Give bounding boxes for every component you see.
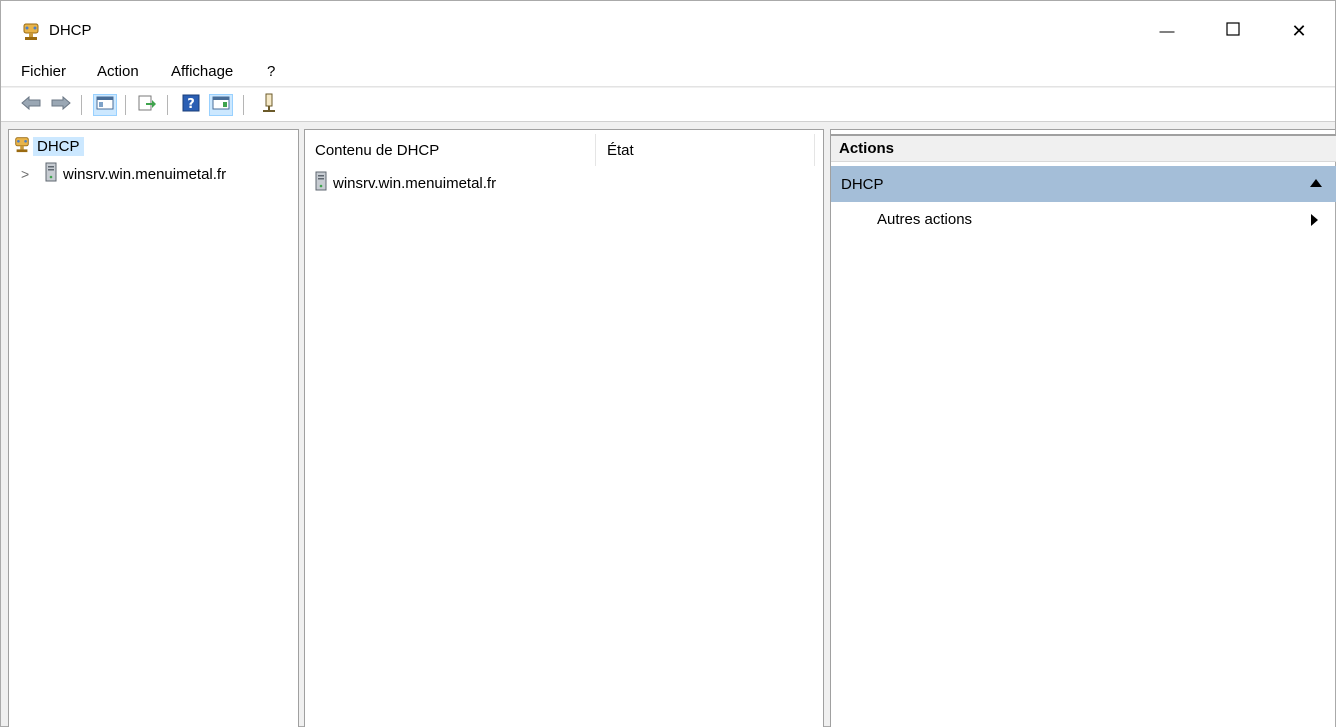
tree-item-label: winsrv.win.menuimetal.fr (63, 165, 227, 183)
results-pane: Contenu de DHCP État winsrv.win.menuimet… (304, 129, 824, 727)
list-item[interactable]: winsrv.win.menuimetal.fr (315, 171, 497, 195)
tree-item-dhcp[interactable]: DHCP (13, 135, 84, 157)
action-more-actions[interactable]: Autres actions (831, 206, 1336, 232)
minimize-button[interactable]: — (1139, 9, 1195, 53)
dhcp-server-button[interactable] (257, 93, 281, 117)
toolbar-separator (81, 95, 82, 115)
back-button[interactable] (19, 94, 43, 116)
close-icon: ✕ (1291, 20, 1307, 41)
menu-bar: Fichier Action Affichage ? (1, 57, 1335, 87)
dhcp-icon (13, 135, 31, 157)
actions-pane: Actions DHCP Autres actions (830, 129, 1336, 727)
forward-arrow-icon (50, 95, 72, 115)
svg-text:?: ? (187, 97, 195, 112)
server-icon (45, 162, 57, 186)
collapse-up-icon[interactable] (1310, 179, 1322, 187)
dhcp-server-icon (261, 93, 277, 117)
menu-action[interactable]: Action (97, 63, 139, 80)
column-header-content[interactable]: Contenu de DHCP (305, 134, 596, 166)
help-icon: ? (182, 94, 200, 116)
action-label: Autres actions (877, 210, 973, 228)
back-arrow-icon (20, 95, 42, 115)
column-header-status[interactable]: État (597, 134, 815, 166)
actions-group-dhcp[interactable]: DHCP (831, 166, 1336, 202)
server-icon (315, 171, 327, 195)
export-list-icon (138, 95, 156, 115)
menu-file[interactable]: Fichier (21, 63, 66, 80)
toolbar-separator (167, 95, 168, 115)
show-action-pane-icon (212, 96, 230, 114)
console-tree-pane: DHCP > winsrv.win.menuimetal.fr (8, 129, 299, 727)
close-button[interactable]: ✕ (1271, 9, 1327, 53)
show-tree-icon (96, 96, 114, 114)
window-title: DHCP (49, 22, 92, 39)
minimize-icon: — (1159, 22, 1175, 40)
title-bar: DHCP — ✕ (1, 1, 1335, 57)
list-item-name: winsrv.win.menuimetal.fr (333, 174, 497, 192)
maximize-icon (1226, 22, 1240, 40)
dhcp-app-icon (21, 21, 41, 41)
show-tree-button[interactable] (93, 94, 117, 116)
toolbar-separator (243, 95, 244, 115)
actions-group-label: DHCP (841, 175, 884, 193)
maximize-button[interactable] (1205, 9, 1261, 53)
tree-item-server[interactable]: > winsrv.win.menuimetal.fr (21, 162, 227, 186)
chevron-right-icon[interactable]: > (21, 166, 35, 182)
toolbar: ? (1, 88, 1335, 122)
submenu-arrow-icon (1311, 214, 1318, 226)
tree-item-label: DHCP (33, 136, 84, 156)
actions-header: Actions (831, 134, 1336, 162)
forward-button[interactable] (49, 94, 73, 116)
help-button[interactable]: ? (179, 94, 203, 116)
menu-view[interactable]: Affichage (171, 63, 233, 80)
menu-help[interactable]: ? (267, 63, 275, 80)
dhcp-window: DHCP — ✕ Fichier Action Affichage ? ? DH… (0, 0, 1336, 727)
export-list-button[interactable] (135, 94, 159, 116)
toolbar-separator (125, 95, 126, 115)
show-action-pane-button[interactable] (209, 94, 233, 116)
